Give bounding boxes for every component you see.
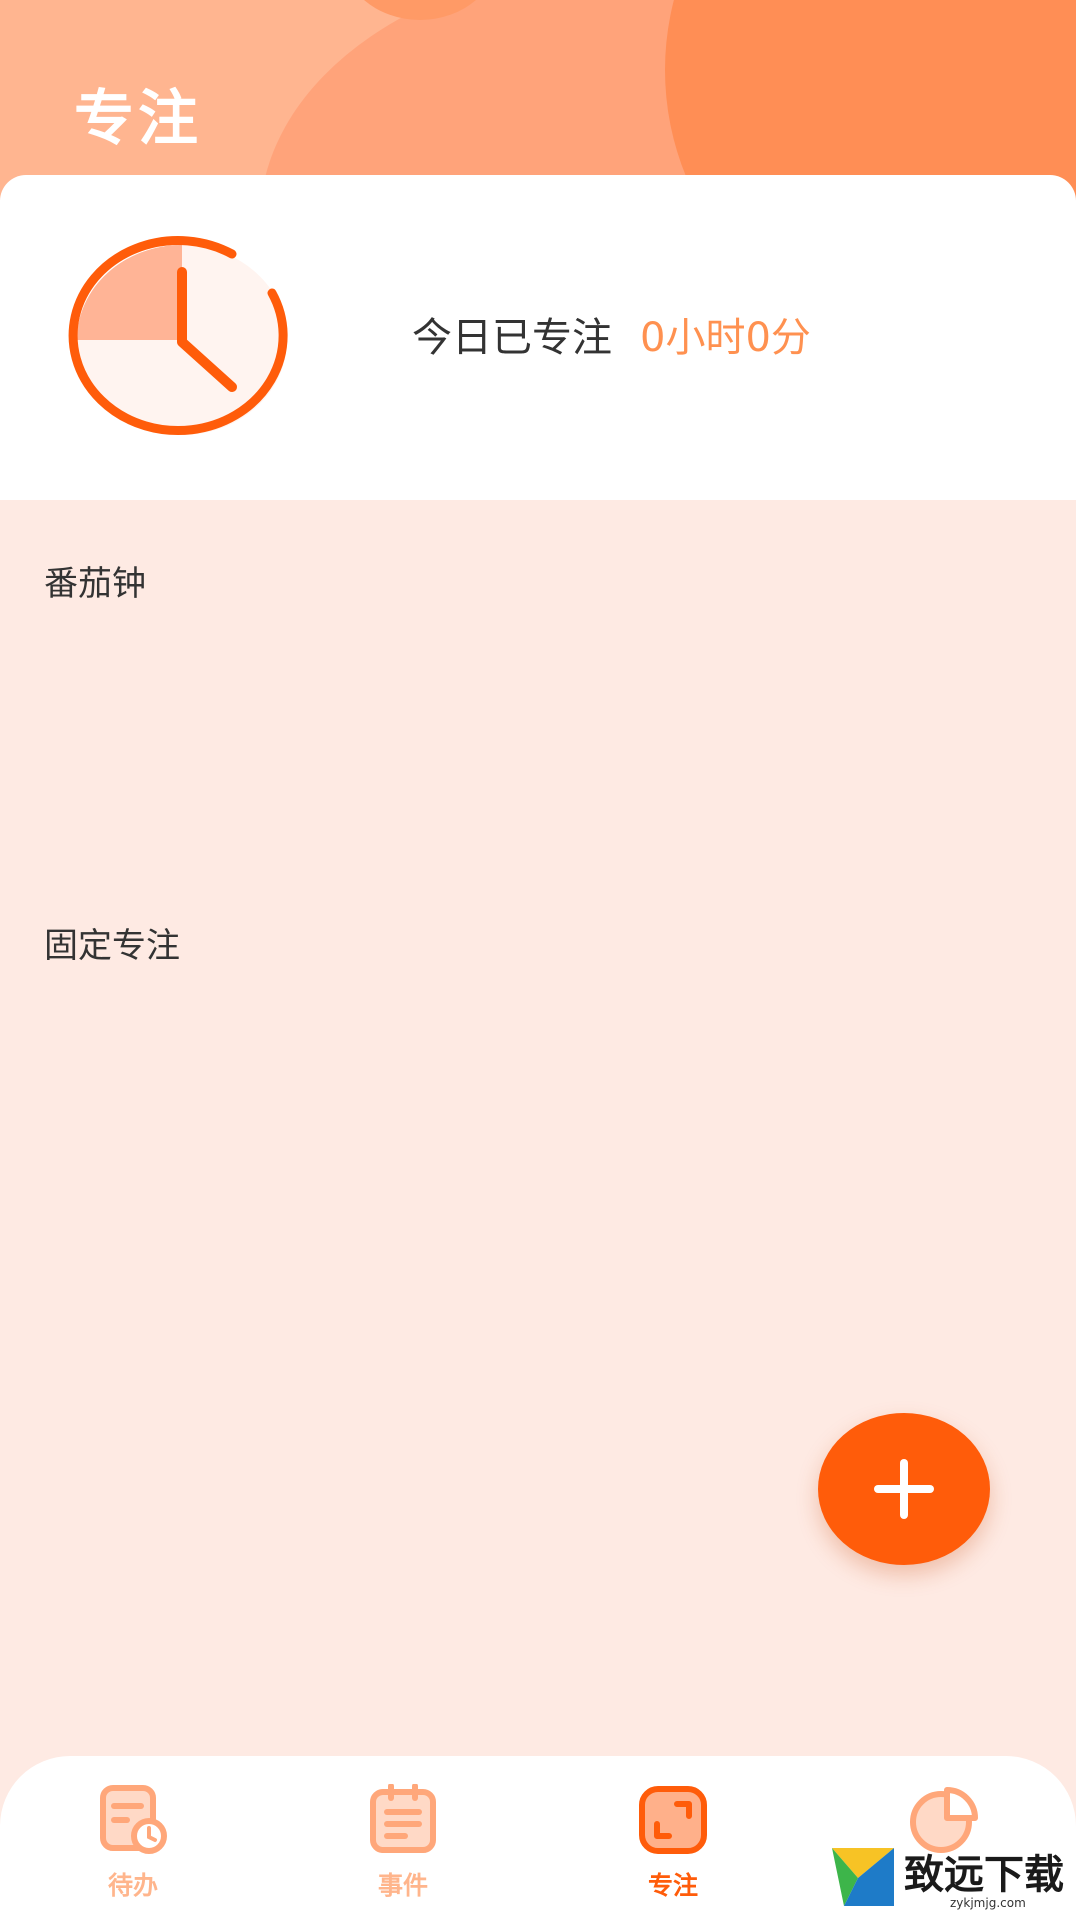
focus-frame-icon xyxy=(639,1786,707,1854)
watermark-url: zykjmjg.com xyxy=(950,1896,1026,1910)
site-logo-icon xyxy=(832,1848,894,1906)
page-title: 专注 xyxy=(74,84,202,154)
nav-item-todo[interactable]: 待办 xyxy=(63,1784,203,1916)
todo-clock-icon xyxy=(100,1785,167,1854)
header-decoration xyxy=(665,0,1076,200)
today-focus-label: 今日已专注 xyxy=(412,315,612,361)
nav-label-todo: 待办 xyxy=(107,1871,158,1900)
section-title-pomodoro: 番茄钟 xyxy=(44,564,146,604)
nav-label-focus: 专注 xyxy=(647,1871,698,1900)
clock-icon xyxy=(68,236,288,436)
section-title-fixed-focus: 固定专注 xyxy=(44,926,180,966)
nav-label-events: 事件 xyxy=(377,1871,428,1900)
clipboard-list-icon xyxy=(370,1784,436,1853)
today-focus-value: 0小时0分 xyxy=(640,315,811,361)
focus-summary-card: 今日已专注 0小时0分 xyxy=(0,175,1076,500)
watermark: 致远下载 zykjmjg.com xyxy=(830,1840,1076,1916)
add-focus-button[interactable] xyxy=(818,1413,990,1565)
nav-item-events[interactable]: 事件 xyxy=(333,1784,473,1916)
nav-item-focus[interactable]: 专注 xyxy=(603,1784,743,1916)
today-focus-summary: 今日已专注 0小时0分 xyxy=(412,305,811,363)
plus-icon xyxy=(874,1459,934,1519)
watermark-title: 致远下载 xyxy=(904,1851,1064,1898)
header: 专注 xyxy=(0,0,1076,200)
